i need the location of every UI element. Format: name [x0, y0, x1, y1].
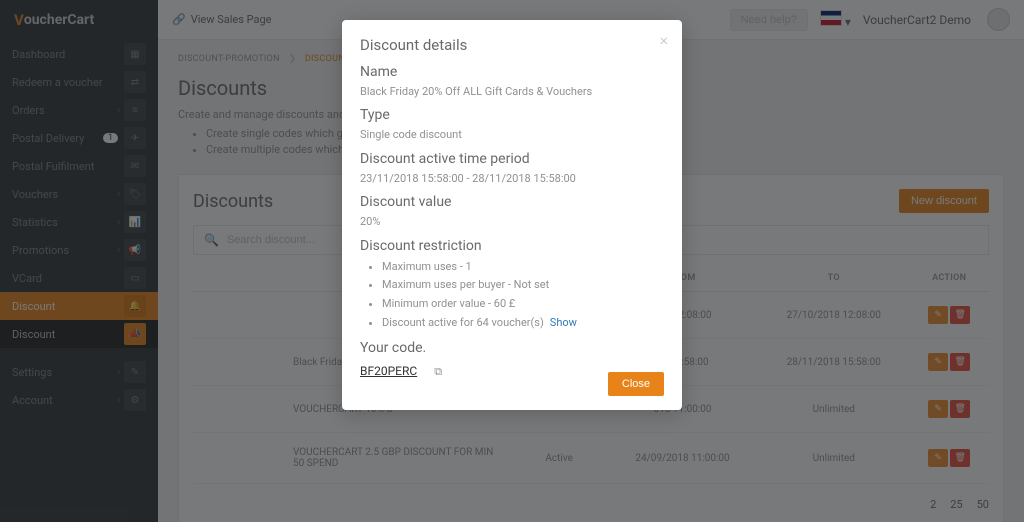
modal-type-value: Single code discount	[360, 127, 664, 142]
modal-value-value: 20%	[360, 214, 664, 229]
modal-restriction-heading: Discount restriction	[360, 238, 664, 254]
discount-code: BF20PERC	[360, 364, 417, 378]
modal-value-heading: Discount value	[360, 194, 664, 210]
restriction-item: Maximum uses - 1	[382, 258, 664, 277]
modal-code-heading: Your code.	[360, 340, 664, 356]
restriction-list: Maximum uses - 1 Maximum uses per buyer …	[382, 258, 664, 333]
copy-icon[interactable]: ⧉	[434, 365, 442, 378]
show-link[interactable]: Show	[550, 316, 577, 329]
close-button[interactable]: Close	[608, 372, 664, 396]
modal-title: Discount details	[360, 36, 664, 54]
modal-period-heading: Discount active time period	[360, 151, 664, 167]
modal-name-heading: Name	[360, 64, 664, 80]
modal-period-value: 23/11/2018 15:58:00 - 28/11/2018 15:58:0…	[360, 171, 664, 186]
modal-type-heading: Type	[360, 107, 664, 123]
restriction-item: Minimum order value - 60 £	[382, 295, 664, 314]
discount-details-modal: × Discount details Name Black Friday 20%…	[342, 20, 682, 410]
restriction-item: Maximum uses per buyer - Not set	[382, 276, 664, 295]
restriction-item: Discount active for 64 voucher(s)Show	[382, 314, 664, 333]
modal-name-value: Black Friday 20% Off ALL Gift Cards & Vo…	[360, 84, 664, 99]
close-icon[interactable]: ×	[660, 30, 668, 49]
